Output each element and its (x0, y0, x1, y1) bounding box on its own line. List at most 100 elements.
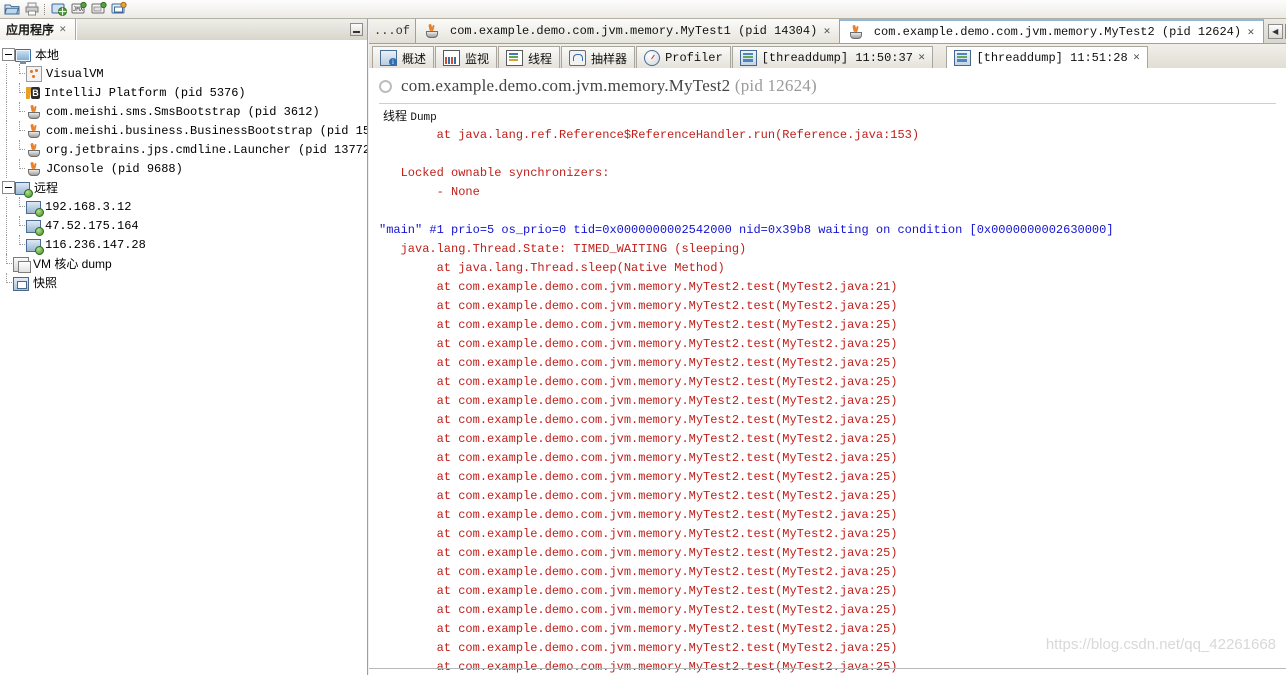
close-icon[interactable]: ✕ (1247, 27, 1255, 38)
open-file-icon[interactable] (2, 0, 22, 18)
applications-tree[interactable]: 本地 VisualVM B IntelliJ Platform (pid 5376) c… (0, 40, 367, 675)
threaddump-line: at com.example.demo.com.jvm.memory.MyTes… (379, 432, 898, 446)
tree-node-com[interactable]: com.meishi.sms.SmsBootstrap (pid 3612) (0, 102, 367, 121)
tree-branch (13, 64, 26, 83)
main-area: ...of com.example.demo.com.jvm.memory.My… (369, 19, 1286, 675)
threaddump-text[interactable]: at java.lang.ref.Reference$ReferenceHand… (379, 126, 1276, 675)
globe-glyph (51, 3, 67, 16)
minimize-panel-button[interactable] (350, 23, 363, 36)
threaddump-line: "main" #1 prio=5 os_prio=0 tid=0x0000000… (379, 223, 1114, 237)
threads-icon (506, 50, 524, 66)
view-tab-[interactable]: 监视 (435, 46, 498, 69)
view-tabbar: 概述 监视线程抽样器Profiler[threaddump] 11:50:37✕ [… (369, 44, 1286, 70)
threaddump-line: - None (379, 185, 480, 199)
threaddump-line: at com.example.demo.com.jvm.memory.MyTes… (379, 299, 898, 313)
close-icon[interactable]: ✕ (823, 26, 831, 37)
tree-node-快照[interactable]: 快照 (0, 273, 367, 292)
tree-node-label: IntelliJ Platform (pid 5376) (44, 85, 246, 100)
tree-line (0, 197, 13, 216)
threaddump-line: at com.example.demo.com.jvm.memory.MyTes… (379, 337, 898, 351)
add-vm-coredump-icon[interactable] (109, 0, 129, 18)
view-tab-threaddump-11-51-28[interactable]: [threaddump] 11:51:28 ✕ (946, 46, 1149, 69)
collapse-expander-icon[interactable] (2, 181, 15, 194)
tree-node-116[interactable]: 116.236.147.28 (0, 235, 367, 255)
threaddump-line: at java.lang.Thread.sleep(Native Method) (379, 261, 725, 275)
tree-node-label: com.meishi.sms.SmsBootstrap (pid 3612) (46, 104, 320, 119)
open-folder-glyph (4, 4, 20, 15)
threaddump-line: at com.example.demo.com.jvm.memory.MyTes… (379, 660, 898, 674)
tree-node-label: org.jetbrains.jps.cmdline.Launcher (pid … (46, 142, 367, 157)
threaddump-line: at com.example.demo.com.jvm.memory.MyTes… (379, 527, 898, 541)
tree-branch (13, 159, 26, 178)
intellij-icon: B (26, 86, 40, 100)
tree-node-visualvm[interactable]: VisualVM (0, 64, 367, 83)
tab-applications-label: 应用程序 (6, 23, 55, 37)
tree-branch (13, 216, 26, 235)
document-tab-truncated[interactable]: ...of (369, 19, 417, 43)
threaddump-line: at com.example.demo.com.jvm.memory.MyTes… (379, 413, 898, 427)
tree-node-远程[interactable]: 远程 (0, 178, 367, 198)
tree-line (0, 159, 13, 178)
tree-node-com[interactable]: com.meishi.business.BusinessBootstrap (p… (0, 121, 367, 140)
tree-node-label: 本地 (35, 48, 60, 62)
tab-scroll-left-button[interactable]: ◀ (1267, 23, 1283, 39)
remote-host-icon (15, 182, 33, 198)
threaddump-line: at com.example.demo.com.jvm.memory.MyTes… (379, 508, 898, 522)
add-remote-host-icon[interactable] (49, 0, 69, 18)
view-tab-[interactable]: 概述 (372, 46, 435, 69)
tree-node-label: 快照 (33, 276, 58, 290)
java-icon (848, 24, 864, 40)
jmx-glyph: JMX (71, 1, 87, 14)
view-tabbar-filler (1149, 44, 1286, 69)
tree-branch (13, 83, 26, 102)
view-tab-threaddump-11-50-37[interactable]: [threaddump] 11:50:37 ✕ (731, 46, 934, 69)
tree-branch (13, 235, 26, 254)
threaddump-line: at com.example.demo.com.jvm.memory.MyTes… (379, 584, 898, 598)
tree-line (0, 140, 13, 159)
threaddump-icon (739, 50, 757, 66)
view-tab-profiler[interactable]: Profiler (636, 46, 731, 69)
tree-node-192[interactable]: 192.168.3.12 (0, 197, 367, 217)
add-jstatd-connection-icon[interactable] (89, 0, 109, 18)
tree-node-jconsole[interactable]: JConsole (pid 9688) (0, 159, 367, 178)
tree-line (0, 64, 13, 83)
remote-node-icon (26, 239, 44, 255)
document-tab-mytest2[interactable]: com.example.demo.com.jvm.memory.MyTest2 … (839, 19, 1264, 43)
tree-node-vm[interactable]: VM 核心 dump (0, 254, 367, 273)
threaddump-line: Locked ownable synchronizers: (379, 166, 610, 180)
threaddump-line: at com.example.demo.com.jvm.memory.MyTes… (379, 451, 898, 465)
view-tab-[interactable]: 线程 (498, 46, 561, 69)
page-title-text: com.example.demo.com.jvm.memory.MyTest2 (401, 76, 731, 95)
print-icon[interactable] (22, 0, 42, 18)
document-tab-mytest1[interactable]: com.example.demo.com.jvm.memory.MyTest1 … (416, 19, 840, 43)
tree-node-label: 47.52.175.164 (45, 218, 139, 233)
close-icon[interactable]: ✕ (918, 53, 926, 63)
view-tab-label: 监视 (465, 51, 490, 66)
document-tab-mytest1-label: com.example.demo.com.jvm.memory.MyTest1 … (450, 24, 818, 38)
sampler-icon (569, 50, 587, 66)
tree-node-org[interactable]: org.jetbrains.jps.cmdline.Launcher (pid … (0, 140, 367, 159)
tab-applications[interactable]: 应用程序 ✕ (0, 19, 76, 40)
collapse-expander-icon[interactable] (2, 48, 15, 61)
tree-node-intellij[interactable]: B IntelliJ Platform (pid 5376) (0, 83, 367, 102)
threaddump-line: at java.lang.ref.Reference$ReferenceHand… (379, 128, 920, 142)
tree-node-本地[interactable]: 本地 (0, 45, 367, 64)
java-icon (26, 142, 42, 158)
close-icon[interactable]: ✕ (59, 24, 67, 35)
threaddump-line: at com.example.demo.com.jvm.memory.MyTes… (379, 318, 898, 332)
document-tab-nav: ◀ ▶ (1263, 19, 1286, 43)
tree-node-47[interactable]: 47.52.175.164 (0, 216, 367, 236)
close-icon[interactable]: ✕ (1133, 53, 1141, 63)
threaddump-line: at com.example.demo.com.jvm.memory.MyTes… (379, 489, 898, 503)
add-jmx-connection-icon[interactable]: JMX (69, 0, 89, 18)
tree-line (0, 102, 13, 121)
visualvm-window: JMX 应用程序 ✕ 本地 VisualVM B IntelliJ Platfo… (0, 0, 1286, 675)
threaddump-line: at com.example.demo.com.jvm.memory.MyTes… (379, 565, 898, 579)
view-tab-[interactable]: 抽样器 (561, 46, 636, 69)
threaddump-line (379, 202, 1276, 221)
status-circle-icon (379, 79, 392, 93)
threaddump-line: at com.example.demo.com.jvm.memory.MyTes… (379, 375, 898, 389)
threaddump-line: at com.example.demo.com.jvm.memory.MyTes… (379, 470, 898, 484)
printer-glyph (25, 2, 39, 16)
monitor-icon (15, 49, 31, 64)
